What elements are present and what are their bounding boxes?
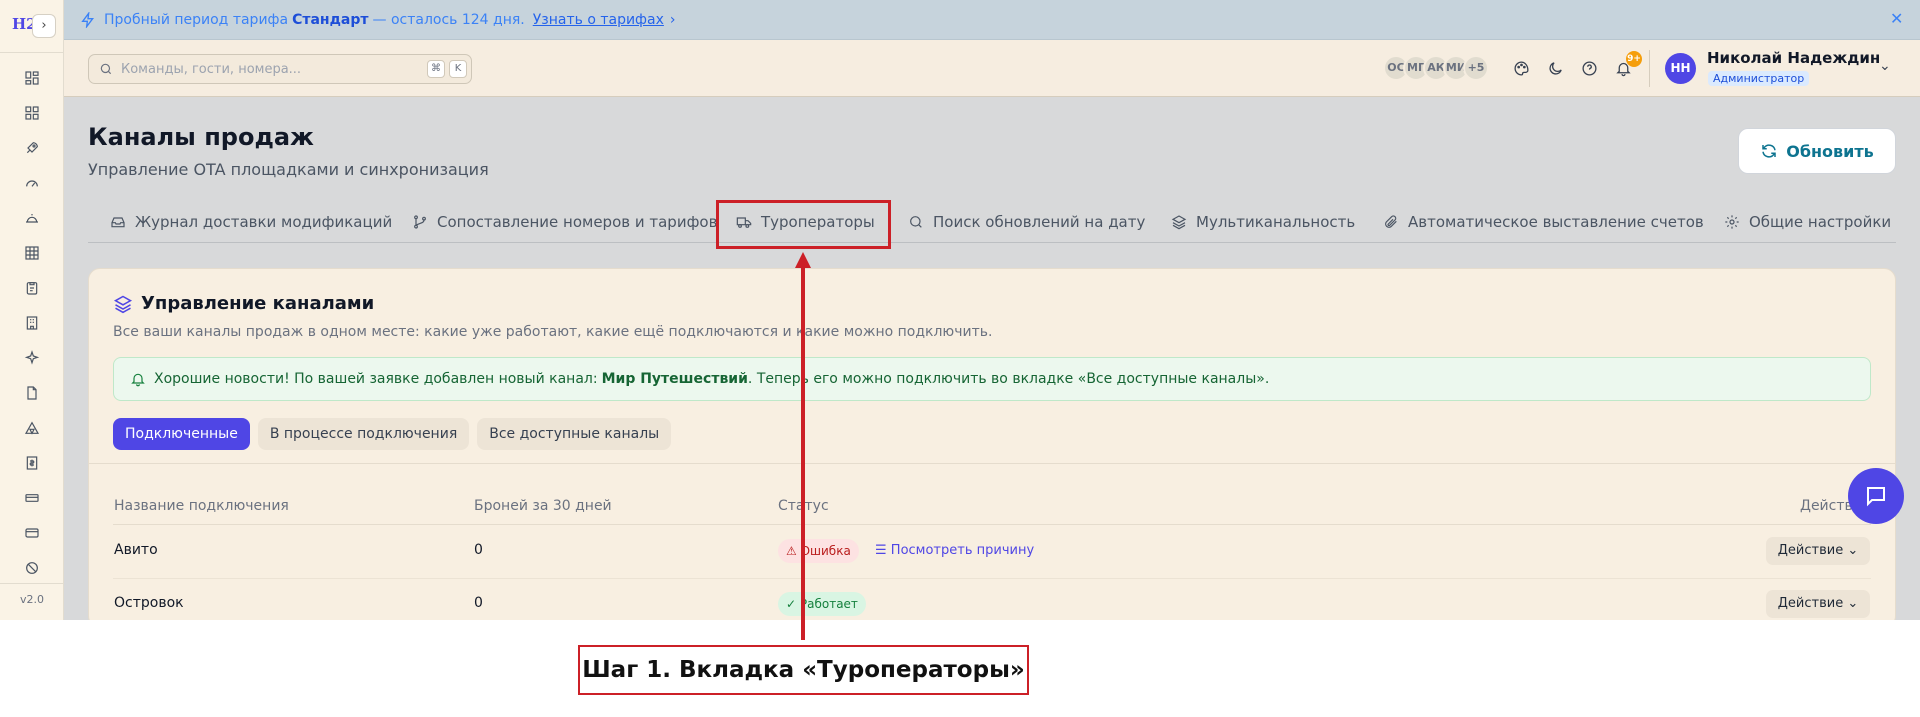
annotation-arrow [795, 252, 811, 640]
step-caption: Шаг 1. Вкладка «Туроператоры» [578, 645, 1029, 695]
